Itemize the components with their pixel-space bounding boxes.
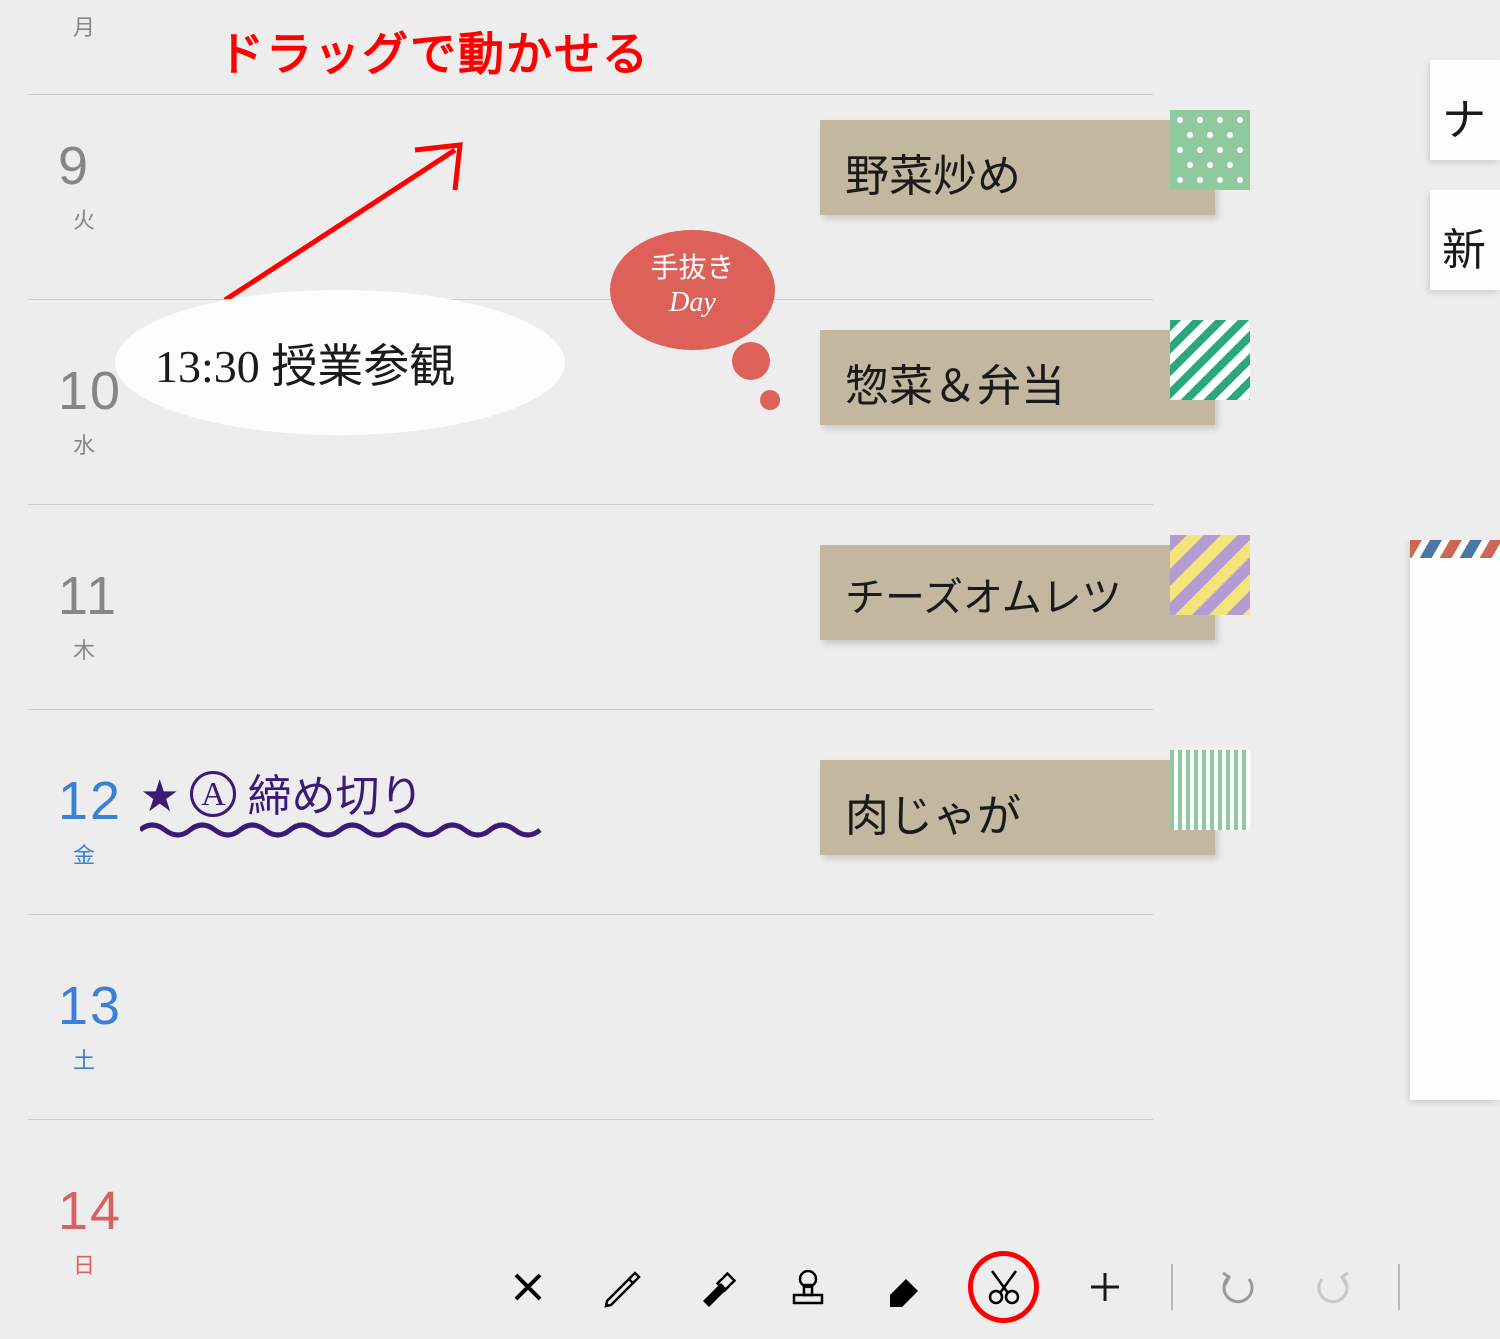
day-number: 9 bbox=[58, 135, 90, 197]
sticky-text: チーズオムレツ bbox=[820, 545, 1215, 643]
day-number: 12 bbox=[58, 770, 122, 832]
washi-tape-icon bbox=[1170, 110, 1250, 190]
stamp-tool-button[interactable] bbox=[781, 1259, 837, 1315]
wavy-underline bbox=[140, 820, 550, 840]
side-panel-stub[interactable]: ナ bbox=[1430, 60, 1500, 160]
eraser-icon bbox=[880, 1265, 924, 1309]
undo-button[interactable] bbox=[1211, 1259, 1267, 1315]
side-panel-stub[interactable]: 新 bbox=[1430, 190, 1500, 290]
washi-tape-icon bbox=[1170, 320, 1250, 400]
weekday-label: 土 bbox=[73, 1043, 95, 1075]
side-panel-card[interactable] bbox=[1410, 540, 1500, 1100]
toolbar-divider bbox=[1171, 1264, 1173, 1310]
day-number: 11 bbox=[58, 565, 118, 627]
eraser-tool-button[interactable] bbox=[874, 1259, 930, 1315]
handwritten-deadline[interactable]: ★ A 締め切り bbox=[140, 760, 423, 824]
redo-button[interactable] bbox=[1304, 1259, 1360, 1315]
bubble-text-line1: 手抜き bbox=[650, 253, 734, 284]
stub-text: ナ bbox=[1430, 60, 1500, 172]
scissors-tool-button[interactable] bbox=[968, 1251, 1040, 1323]
sticky-text: 野菜炒め bbox=[820, 120, 1215, 224]
close-icon bbox=[510, 1269, 546, 1305]
marker-icon bbox=[693, 1265, 737, 1309]
drawing-toolbar bbox=[480, 1244, 1400, 1329]
circled-letter-badge: A bbox=[190, 771, 236, 817]
day-number: 13 bbox=[58, 975, 122, 1037]
sticky-note[interactable]: チーズオムレツ bbox=[820, 545, 1215, 640]
speech-bubble-sticker[interactable]: 手抜き Day bbox=[610, 230, 775, 350]
weekday-label: 水 bbox=[73, 428, 95, 460]
washi-tape-icon bbox=[1170, 535, 1250, 615]
marker-tool-button[interactable] bbox=[687, 1259, 743, 1315]
deadline-text: 締め切り bbox=[247, 772, 423, 821]
pen-icon bbox=[599, 1265, 643, 1309]
stub-text: 新 bbox=[1430, 190, 1500, 302]
day-number: 10 bbox=[58, 360, 122, 422]
sticky-text: 肉じゃが bbox=[820, 760, 1215, 864]
handwritten-event[interactable]: 13:30 授業参観 bbox=[155, 330, 455, 396]
day-number: 14 bbox=[58, 1180, 122, 1242]
weekday-label: 木 bbox=[73, 633, 95, 665]
plus-icon bbox=[1085, 1267, 1125, 1307]
undo-icon bbox=[1217, 1265, 1261, 1309]
airmail-border-icon bbox=[1410, 540, 1500, 558]
star-icon: ★ bbox=[140, 772, 179, 821]
weekday-label: 火 bbox=[73, 203, 95, 235]
redo-icon bbox=[1310, 1265, 1354, 1309]
sticky-note[interactable]: 野菜炒め bbox=[820, 120, 1215, 215]
bubble-text-line2: Day bbox=[669, 287, 716, 318]
weekday-label: 金 bbox=[73, 838, 95, 870]
sticky-text: 惣菜＆弁当 bbox=[820, 330, 1215, 434]
close-button[interactable] bbox=[500, 1259, 556, 1315]
stamp-icon bbox=[786, 1265, 830, 1309]
add-button[interactable] bbox=[1077, 1259, 1133, 1315]
weekday-label: 日 bbox=[73, 1248, 95, 1280]
sticky-note[interactable]: 惣菜＆弁当 bbox=[820, 330, 1215, 425]
scissors-icon bbox=[982, 1265, 1026, 1309]
weekday-label: 月 bbox=[73, 10, 95, 42]
sticky-note[interactable]: 肉じゃが bbox=[820, 760, 1215, 855]
pen-tool-button[interactable] bbox=[594, 1259, 650, 1315]
toolbar-divider bbox=[1398, 1264, 1400, 1310]
washi-tape-icon bbox=[1170, 750, 1250, 830]
